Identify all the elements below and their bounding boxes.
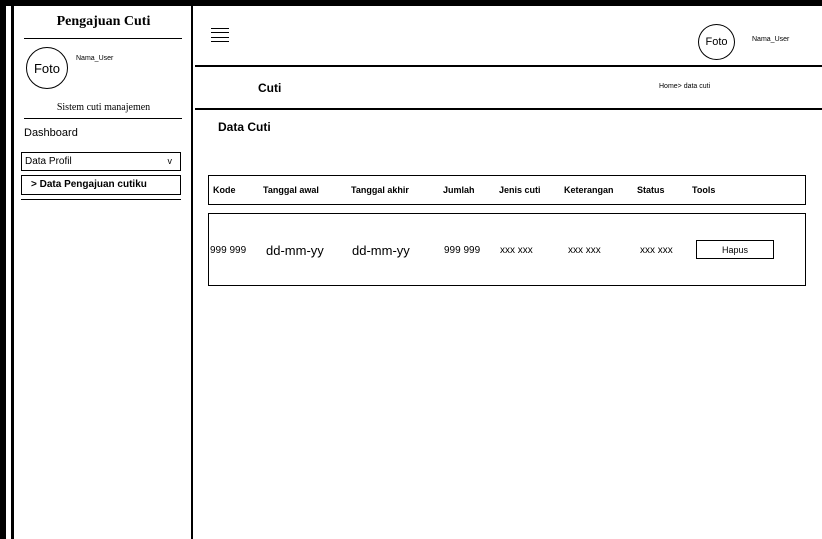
divider bbox=[21, 199, 181, 200]
avatar[interactable]: Foto bbox=[698, 24, 735, 60]
sidebar-item-dashboard[interactable]: Dashboard bbox=[24, 127, 78, 139]
divider bbox=[24, 38, 182, 39]
divider bbox=[24, 118, 182, 119]
page-header: Cuti Home> data cuti bbox=[195, 69, 822, 110]
column-header-tools: Tools bbox=[692, 185, 716, 195]
sidebar: Pengajuan Cuti Foto Nama_User Sistem cut… bbox=[14, 6, 193, 539]
column-header-tanggal-awal: Tanggal awal bbox=[263, 185, 319, 195]
cell-jumlah: 999 999 bbox=[444, 245, 481, 256]
column-header-jenis-cuti: Jenis cuti bbox=[499, 185, 541, 195]
table-row: 999 999 dd-mm-yy dd-mm-yy 999 999 xxx xx… bbox=[208, 213, 806, 286]
chevron-down-icon: v bbox=[167, 156, 173, 166]
section-title: Data Cuti bbox=[218, 120, 271, 134]
avatar[interactable]: Foto bbox=[26, 47, 68, 89]
avatar-label: Foto bbox=[705, 36, 728, 48]
cell-tanggal-akhir: dd-mm-yy bbox=[352, 243, 410, 258]
sidebar-item-data-profil[interactable]: Data Profil v bbox=[21, 152, 181, 171]
top-bar: Foto Nama_User bbox=[195, 6, 822, 67]
app-title: Pengajuan Cuti bbox=[56, 14, 151, 29]
hapus-button[interactable]: Hapus bbox=[696, 240, 774, 259]
column-header-kode: Kode bbox=[213, 185, 236, 195]
cell-jenis-cuti: xxx xxx bbox=[500, 245, 533, 256]
breadcrumb[interactable]: Home> data cuti bbox=[659, 83, 710, 90]
window-left-border bbox=[0, 0, 6, 539]
column-header-jumlah: Jumlah bbox=[443, 185, 475, 195]
table-header: Kode Tanggal awal Tanggal akhir Jumlah J… bbox=[208, 175, 806, 205]
sidebar-item-label: Data Profil bbox=[25, 156, 72, 167]
app-subtitle: Sistem cuti manajemen bbox=[56, 102, 151, 113]
cell-kode: 999 999 bbox=[210, 245, 247, 256]
username: Nama_User bbox=[76, 55, 114, 62]
column-header-keterangan: Keterangan bbox=[564, 185, 614, 195]
sidebar-item-data-pengajuan-cuti[interactable]: > Data Pengajuan cutiku bbox=[21, 175, 181, 195]
column-header-status: Status bbox=[637, 185, 665, 195]
cell-tanggal-awal: dd-mm-yy bbox=[266, 243, 324, 258]
page-title: Cuti bbox=[258, 81, 282, 95]
avatar-label: Foto bbox=[33, 60, 60, 76]
cell-status: xxx xxx bbox=[640, 245, 673, 256]
username: Nama_User bbox=[752, 36, 790, 43]
hamburger-icon[interactable] bbox=[211, 28, 229, 42]
cell-keterangan: xxx xxx bbox=[568, 245, 601, 256]
column-header-tanggal-akhir: Tanggal akhir bbox=[351, 185, 409, 195]
